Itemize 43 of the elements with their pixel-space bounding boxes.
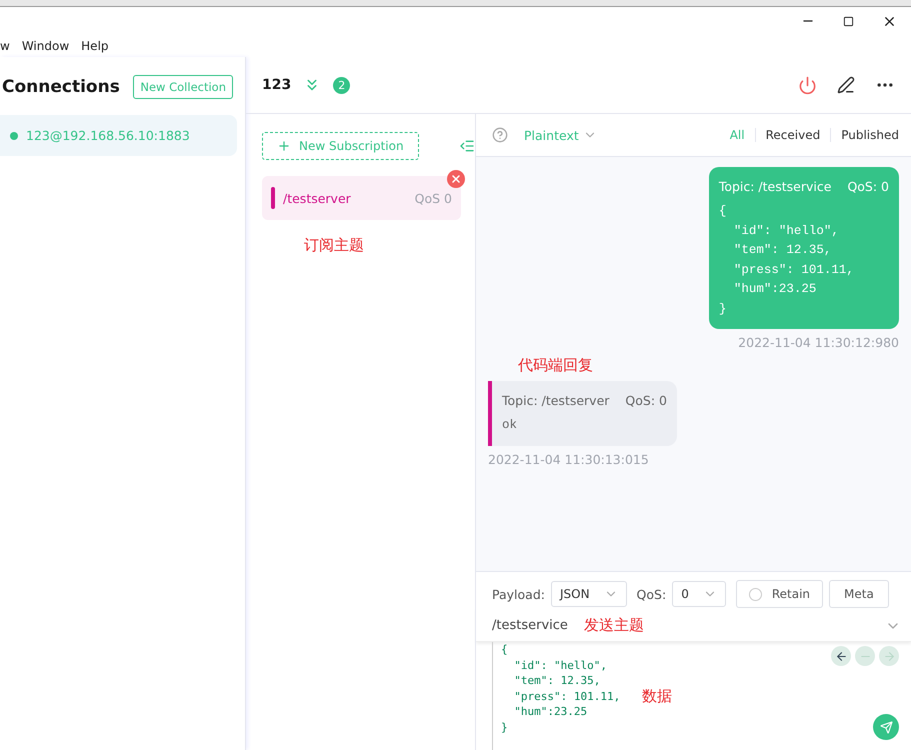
message-qos: QoS: 0 <box>625 393 667 408</box>
meta-button[interactable]: Meta <box>829 580 889 608</box>
message-payload: ok <box>502 417 518 434</box>
plus-icon <box>277 139 291 153</box>
message-topic: Topic: /testservice <box>718 179 832 194</box>
message-topic: Topic: /testserver <box>502 393 610 408</box>
send-icon <box>880 720 892 734</box>
connection-title: 123 <box>262 77 292 93</box>
payload-code: { "id": "hello", "tem": 12.35, "press": 101.11, "hum":23.25 } <box>492 642 620 750</box>
menu-item[interactable]: Help <box>81 39 109 53</box>
retain-checkbox[interactable]: Retain <box>736 580 824 608</box>
annotation-text: 代码端回复 <box>518 356 593 375</box>
annotation-text: 发送主题 <box>584 616 644 635</box>
remove-icon[interactable] <box>447 170 465 188</box>
edit-icon[interactable] <box>837 76 855 94</box>
qos-label: QoS: <box>636 586 666 602</box>
payload-editor[interactable]: { "id": "hello", "tem": 12.35, "press": 101.11, "hum":23.25 } 数据 <box>476 642 911 750</box>
message-time: 2022-11-04 11:30:12:980 <box>738 335 899 350</box>
payload-select[interactable]: JSON <box>550 581 627 607</box>
maximize-icon[interactable] <box>843 16 854 26</box>
menu-item[interactable]: Window <box>22 39 70 53</box>
power-icon[interactable] <box>798 76 817 94</box>
help-icon[interactable] <box>492 127 508 143</box>
connection-name: 123@192.168.56.10:1883 <box>26 128 190 143</box>
send-button[interactable] <box>873 714 899 740</box>
back-icon[interactable] <box>831 646 851 666</box>
filter-tab[interactable]: Published <box>830 128 899 142</box>
message-payload: { "id": "hello", "tem": 12.35, "press": 101.11, "hum":23.25 } <box>718 203 855 318</box>
count-badge: 2 <box>333 76 350 94</box>
sidebar-title: Connections <box>2 77 120 97</box>
message-qos: QoS: 0 <box>847 179 889 194</box>
subscription-topic: /testserver <box>283 190 352 206</box>
collapse-icon[interactable] <box>459 138 475 154</box>
message-time: 2022-11-04 11:30:13:015 <box>488 452 649 466</box>
payload-label: Payload: <box>492 586 545 602</box>
annotation-text: 数据 <box>642 686 672 706</box>
filter-tab[interactable]: Received <box>754 128 820 142</box>
subscription-item[interactable]: /testserver QoS 0 <box>262 176 461 220</box>
qos-label: QoS 0 <box>414 190 452 206</box>
annotation-text: 订阅主题 <box>304 236 365 255</box>
qos-select[interactable]: 0 <box>672 581 726 607</box>
topic-input[interactable]: /testservice <box>492 618 568 633</box>
menu-item[interactable]: w <box>0 39 10 53</box>
